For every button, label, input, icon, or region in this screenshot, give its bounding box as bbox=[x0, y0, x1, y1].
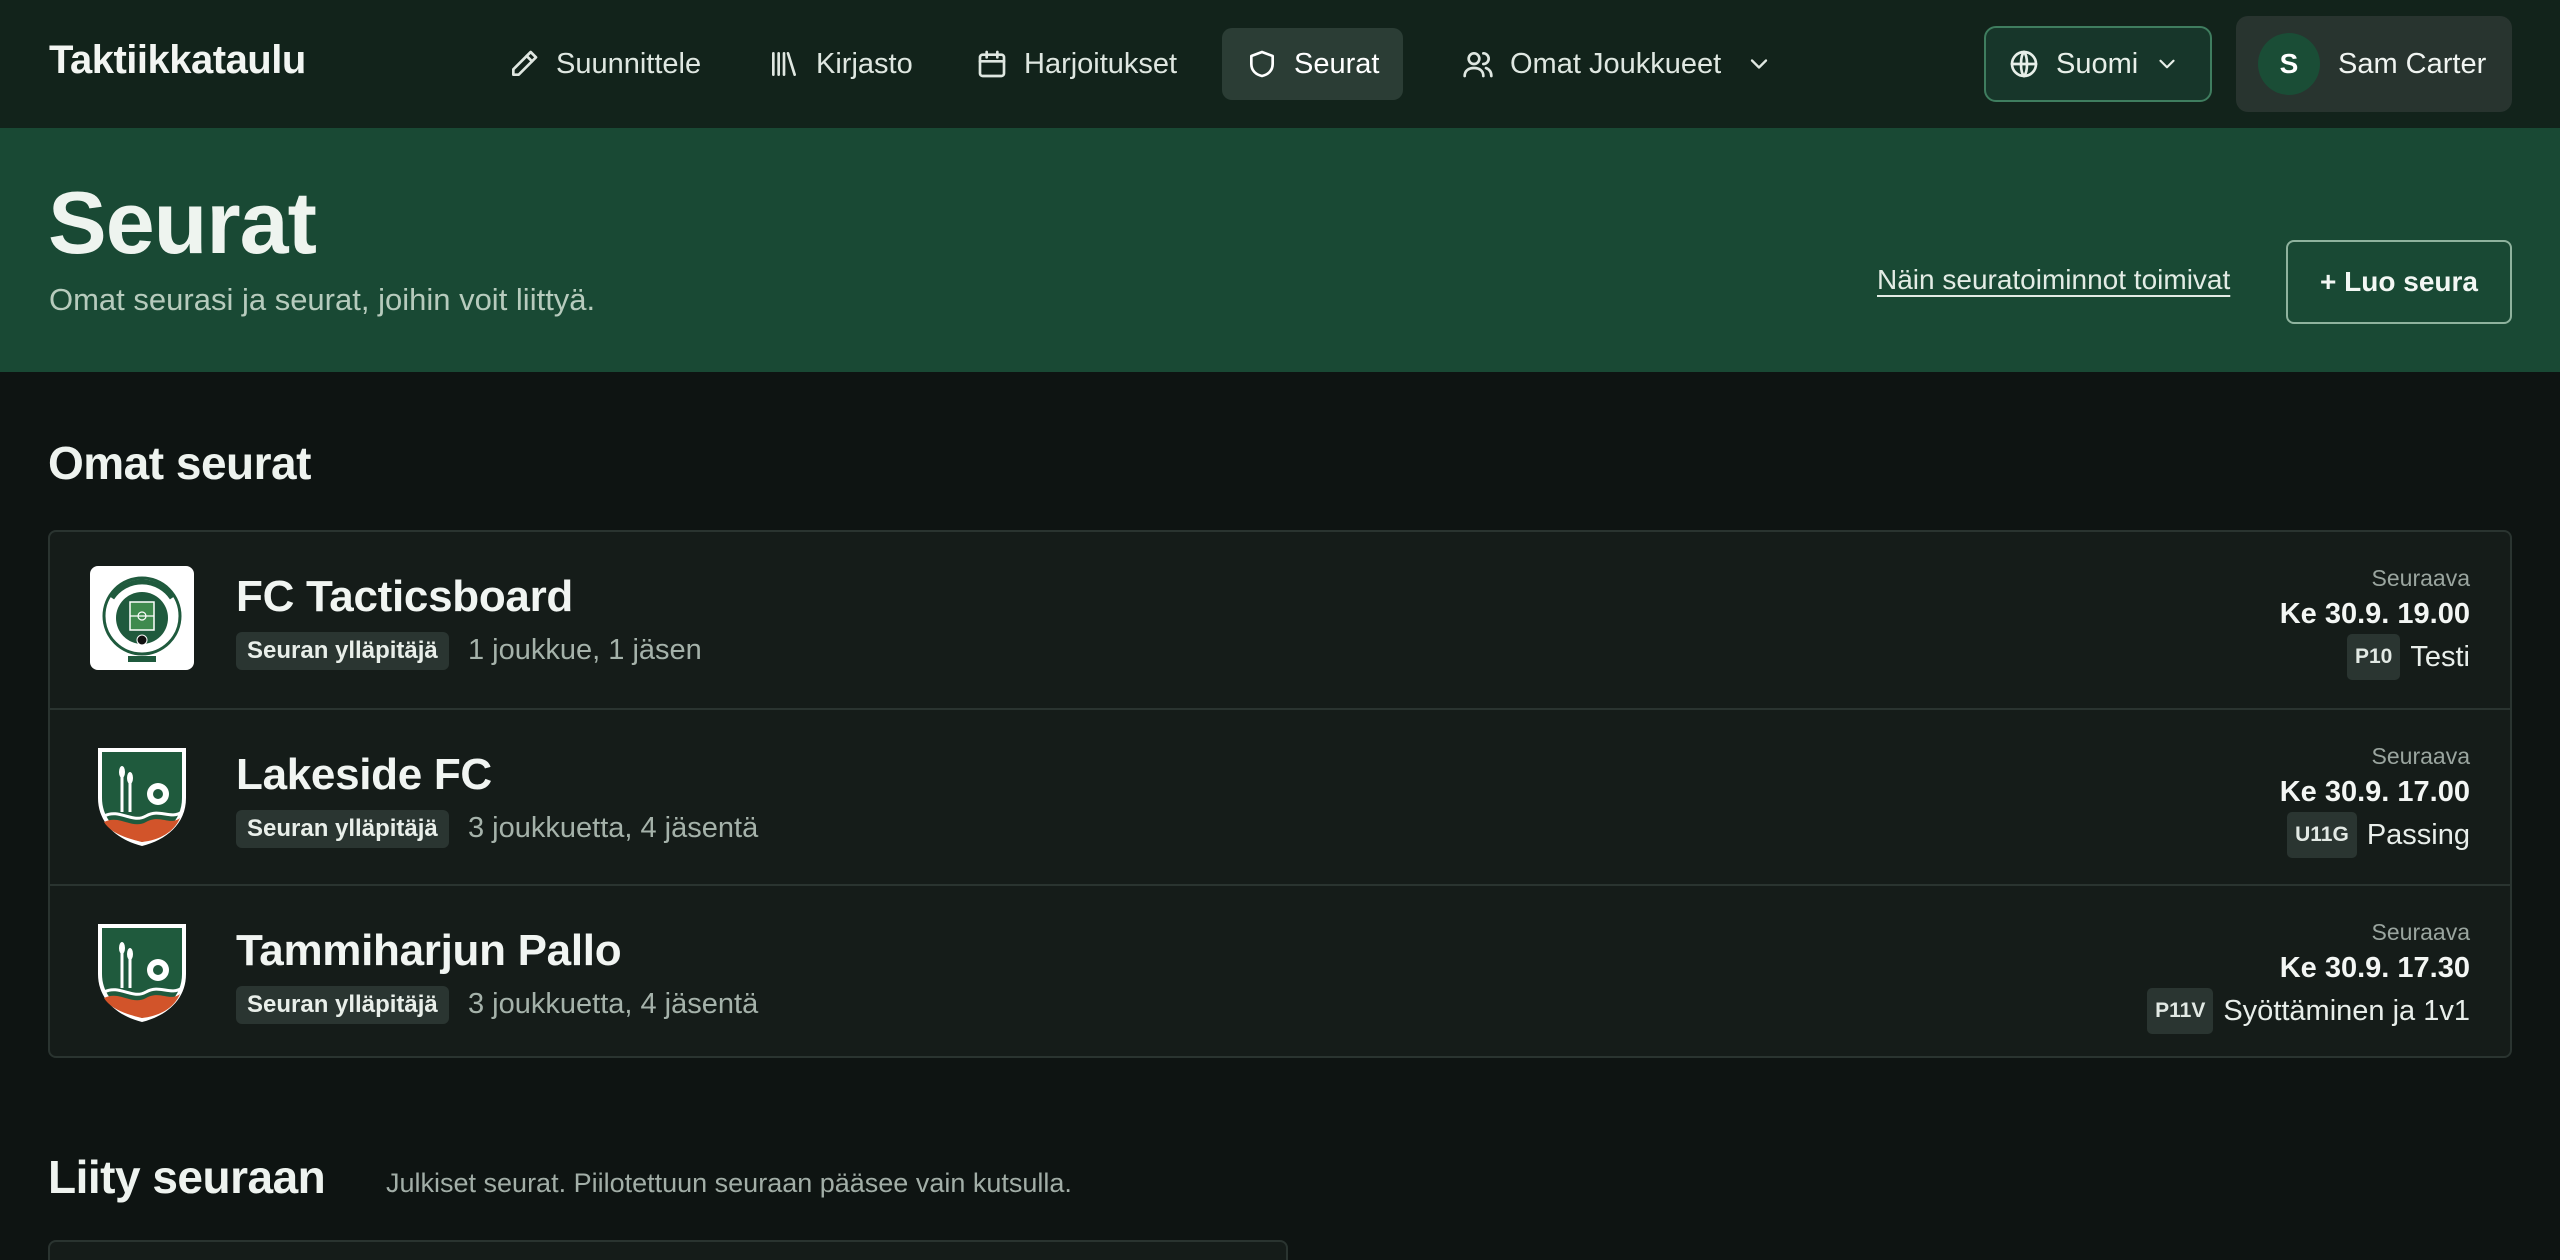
tapa-crest-icon bbox=[98, 924, 186, 1022]
club-meta: 3 joukkuetta, 4 jäsentä bbox=[468, 812, 759, 844]
next-time: Ke 30.9. 19.00 bbox=[2279, 598, 2470, 630]
top-navigation: Taktiikkataulu Suunnittele Kirjasto Harj… bbox=[0, 0, 2560, 128]
nav-item-harjoitukset[interactable]: Harjoitukset bbox=[952, 28, 1201, 100]
next-event: Seuraava Ke 30.9. 17.00 U11G Passing bbox=[2280, 740, 2470, 858]
next-event: Seuraava Ke 30.9. 17.30 P11V Syöttäminen… bbox=[2147, 916, 2470, 1034]
page-subtitle: Omat seurasi ja seurat, joihin voit liit… bbox=[49, 282, 596, 317]
role-badge: Seuran ylläpitäjä bbox=[236, 986, 449, 1024]
how-it-works-link[interactable]: Näin seuratoiminnot toimivat bbox=[1877, 264, 2230, 296]
shield-icon bbox=[1250, 50, 1274, 78]
join-club-heading: Liity seuraan bbox=[48, 1151, 326, 1203]
language-select[interactable]: Suomi bbox=[1984, 26, 2212, 102]
nav-label: Seurat bbox=[1294, 47, 1380, 80]
next-event-name: Syöttäminen ja 1v1 bbox=[2223, 995, 2470, 1027]
app-brand[interactable]: Taktiikkataulu bbox=[49, 38, 306, 83]
team-tag: P11V bbox=[2147, 988, 2214, 1034]
nav-label: Kirjasto bbox=[816, 47, 913, 80]
nav-item-kirjasto[interactable]: Kirjasto bbox=[744, 28, 937, 100]
nav-item-omat-joukkueet[interactable]: Omat Joukkueet bbox=[1438, 28, 1797, 100]
chevron-down-icon bbox=[1750, 59, 1768, 69]
club-name: FC Tacticsboard bbox=[236, 572, 573, 621]
club-meta: 3 joukkuetta, 4 jäsentä bbox=[468, 988, 759, 1020]
my-clubs-list: FC Tacticsboard Seuran ylläpitäjä 1 jouk… bbox=[48, 530, 2512, 1058]
club-name: Lakeside FC bbox=[236, 750, 492, 799]
chevron-down-icon bbox=[2159, 59, 2175, 69]
language-label: Suomi bbox=[2056, 47, 2139, 80]
role-badge: Seuran ylläpitäjä bbox=[236, 810, 449, 848]
next-event-name: Passing bbox=[2366, 819, 2470, 851]
users-icon bbox=[1463, 52, 1493, 78]
lakeside-crest-icon bbox=[98, 748, 186, 846]
nav-item-suunnittele[interactable]: Suunnittele bbox=[484, 28, 725, 100]
fc-taktiikkataulu-crest-icon bbox=[90, 566, 194, 670]
next-label: Seuraava bbox=[2371, 743, 2470, 769]
globe-icon bbox=[2010, 50, 2038, 78]
next-label: Seuraava bbox=[2371, 565, 2470, 591]
club-row-tammiharjun-pallo[interactable]: Tammiharjun Pallo Seuran ylläpitäjä 3 jo… bbox=[50, 884, 2510, 1056]
nav-item-seurat[interactable]: Seurat bbox=[1222, 28, 1404, 100]
pencil-icon bbox=[512, 50, 538, 76]
nav-label: Omat Joukkueet bbox=[1510, 47, 1722, 80]
next-event-name: Testi bbox=[2410, 641, 2470, 673]
club-row-lakeside-fc[interactable]: Lakeside FC Seuran ylläpitäjä 3 joukkuet… bbox=[50, 708, 2510, 882]
next-label: Seuraava bbox=[2371, 919, 2470, 945]
next-time: Ke 30.9. 17.30 bbox=[2279, 952, 2470, 984]
calendar-icon bbox=[978, 50, 1006, 78]
join-club-subtitle: Julkiset seurat. Piilotettuun seuraan pä… bbox=[386, 1168, 1072, 1198]
public-clubs-list bbox=[48, 1240, 1288, 1260]
club-name: Tammiharjun Pallo bbox=[236, 926, 622, 975]
nav-label: Harjoitukset bbox=[1024, 47, 1178, 80]
avatar: S bbox=[2258, 33, 2320, 95]
page-header: Seurat Omat seurasi ja seurat, joihin vo… bbox=[0, 128, 2560, 372]
nav-label: Suunnittele bbox=[556, 47, 702, 80]
next-time: Ke 30.9. 17.00 bbox=[2279, 776, 2470, 808]
user-name: Sam Carter bbox=[2338, 47, 2487, 80]
user-menu-button[interactable]: S Sam Carter bbox=[2236, 16, 2512, 112]
team-tag: U11G bbox=[2287, 812, 2357, 858]
club-row-fc-tacticsboard[interactable]: FC Tacticsboard Seuran ylläpitäjä 1 jouk… bbox=[50, 532, 2510, 706]
my-clubs-heading: Omat seurat bbox=[48, 437, 311, 489]
library-icon bbox=[772, 52, 796, 76]
club-meta: 1 joukkue, 1 jäsen bbox=[468, 634, 702, 666]
next-event: Seuraava Ke 30.9. 19.00 P10 Testi bbox=[2280, 562, 2470, 680]
team-tag: P10 bbox=[2346, 634, 2401, 680]
page-title: Seurat bbox=[48, 173, 317, 272]
create-club-button[interactable]: + Luo seura bbox=[2286, 240, 2512, 324]
role-badge: Seuran ylläpitäjä bbox=[236, 632, 449, 670]
